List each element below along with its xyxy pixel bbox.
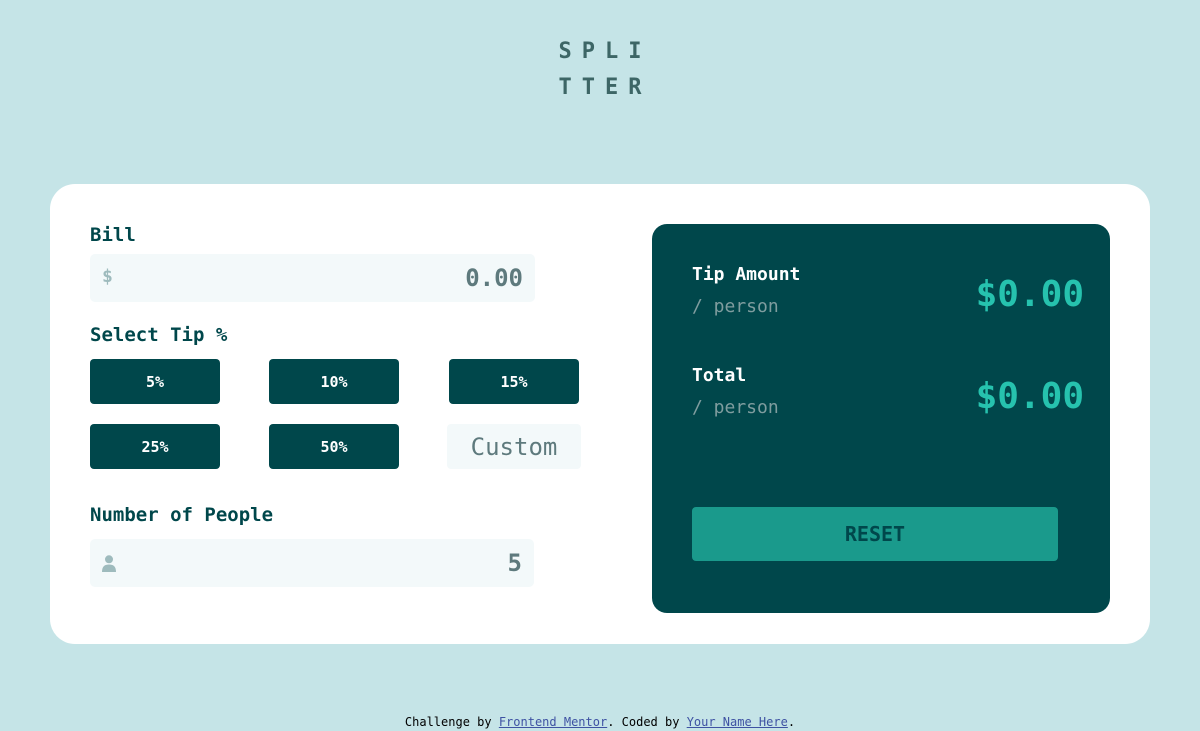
logo-line-1: SPLI [558, 39, 652, 64]
author-link[interactable]: Your Name Here [687, 715, 788, 729]
bill-input[interactable] [223, 254, 523, 302]
tip-amount-per-person: / person [692, 296, 779, 317]
custom-tip-field [447, 424, 581, 469]
results-panel: Tip Amount / person $0.00 Total / person… [652, 224, 1110, 613]
logo-line-2: TTER [558, 75, 652, 100]
attribution: Challenge by Frontend Mentor. Coded by Y… [0, 715, 1200, 729]
attribution-middle: . Coded by [607, 715, 687, 729]
tip-button-10[interactable]: 10% [269, 359, 399, 404]
select-tip-label: Select Tip % [90, 324, 228, 346]
people-field [90, 539, 534, 587]
people-label: Number of People [90, 504, 274, 526]
attribution-suffix: . [787, 715, 796, 729]
tip-button-50[interactable]: 50% [269, 424, 399, 469]
tip-button-25[interactable]: 25% [90, 424, 220, 469]
attribution-prefix: Challenge by [404, 715, 499, 729]
people-input[interactable] [222, 539, 522, 587]
tip-button-5[interactable]: 5% [90, 359, 220, 404]
person-icon [102, 555, 116, 572]
bill-field: $ [90, 254, 535, 302]
app-logo: SPLI TTER [0, 34, 1200, 106]
total-value: $0.00 [975, 376, 1084, 417]
total-per-person: / person [692, 397, 779, 418]
tip-amount-label: Tip Amount [692, 264, 801, 285]
custom-tip-input[interactable] [447, 424, 581, 469]
total-label: Total [692, 365, 747, 386]
frontend-mentor-link[interactable]: Frontend Mentor [499, 715, 607, 729]
dollar-icon: $ [102, 266, 113, 287]
tip-button-15[interactable]: 15% [449, 359, 579, 404]
tip-amount-value: $0.00 [975, 274, 1084, 315]
bill-label: Bill [90, 224, 136, 246]
calculator-card: Bill $ Select Tip % 5% 10% 15% 25% 50% N… [50, 184, 1150, 644]
reset-button[interactable]: RESET [692, 507, 1058, 561]
